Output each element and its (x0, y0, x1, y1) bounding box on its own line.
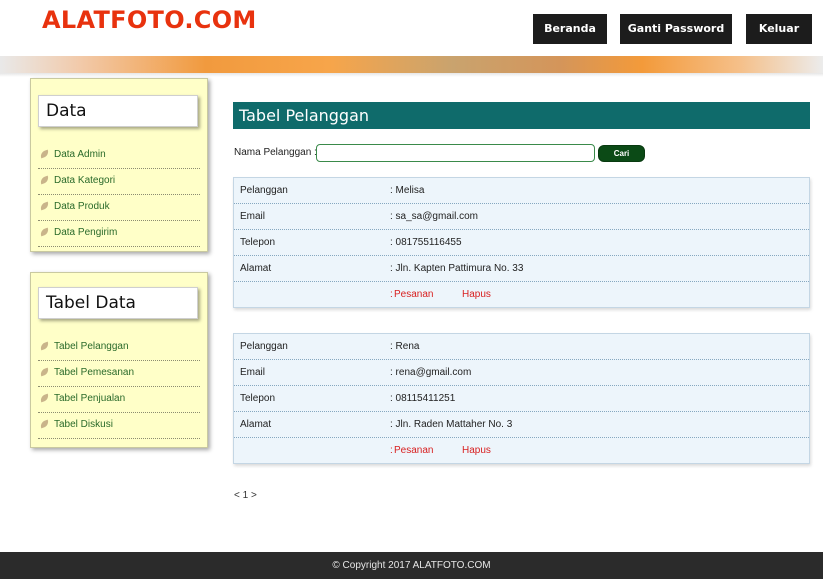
decorative-banner (0, 56, 823, 73)
field-value-alamat: : Jln. Raden Mattaher No. 3 (390, 419, 513, 430)
customer-card: Pelanggan : Rena Email : rena@gmail.com … (233, 333, 810, 464)
sidebar-item-label: Tabel Penjualan (54, 393, 126, 404)
sidebar-tabel-title: Tabel Data (38, 287, 198, 319)
sidebar-item-label: Tabel Diskusi (54, 419, 113, 430)
table-row: Telepon : 08115411251 (234, 386, 809, 412)
table-row: Pelanggan : Rena (234, 334, 809, 360)
site-header: ALATFOTO.COM Beranda Ganti Password Kelu… (0, 0, 823, 56)
leaf-bullet-icon (39, 419, 50, 429)
field-value-telepon: : 08115411251 (390, 393, 456, 404)
field-value-email: : rena@gmail.com (390, 367, 472, 378)
actions-colon: : (390, 445, 393, 456)
table-row: Email : sa_sa@gmail.com (234, 204, 809, 230)
leaf-bullet-icon (39, 175, 50, 185)
sidebar-data-title: Data (38, 95, 198, 127)
field-label-alamat: Alamat (240, 263, 272, 274)
leaf-bullet-icon (39, 341, 50, 351)
field-label-telepon: Telepon (240, 237, 276, 248)
leaf-bullet-icon (39, 367, 50, 377)
search-input[interactable] (316, 144, 595, 162)
field-value-pelanggan: : Rena (390, 341, 420, 352)
site-footer: © Copyright 2017 ALATFOTO.COM (0, 552, 823, 579)
sidebar-item-data-pengirim[interactable]: Data Pengirim (38, 221, 200, 247)
leaf-bullet-icon (39, 149, 50, 159)
sidebar-item-label: Data Admin (54, 149, 106, 160)
actions-colon: : (390, 289, 393, 300)
table-row: Pelanggan : Melisa (234, 178, 809, 204)
sidebar-item-label: Data Pengirim (54, 227, 118, 238)
sidebar-item-tabel-penjualan[interactable]: Tabel Penjualan (38, 387, 200, 413)
sidebar-item-label: Data Kategori (54, 175, 116, 186)
table-row: Telepon : 081755116455 (234, 230, 809, 256)
pesanan-link[interactable]: Pesanan (394, 438, 433, 464)
sidebar-item-tabel-pemesanan[interactable]: Tabel Pemesanan (38, 361, 200, 387)
actions-row: : Pesanan Hapus (234, 438, 809, 464)
sidebar-data-menu: Data Admin Data Kategori Data Produk Dat… (38, 143, 200, 247)
field-label-telepon: Telepon (240, 393, 276, 404)
sidebar-item-data-produk[interactable]: Data Produk (38, 195, 200, 221)
field-value-telepon: : 081755116455 (390, 237, 462, 248)
actions-row: : Pesanan Hapus (234, 282, 809, 308)
leaf-bullet-icon (39, 393, 50, 403)
field-value-alamat: : Jln. Kapten Pattimura No. 33 (390, 263, 524, 274)
hapus-link[interactable]: Hapus (462, 282, 491, 308)
sidebar-data-panel: Data Data Admin Data Kategori Data Produ… (30, 78, 208, 252)
hapus-link[interactable]: Hapus (462, 438, 491, 464)
search-button[interactable]: Cari (598, 145, 645, 162)
sidebar-item-label: Tabel Pelanggan (54, 341, 129, 352)
field-label-email: Email (240, 211, 266, 222)
sidebar-item-label: Tabel Pemesanan (54, 367, 135, 378)
nav-ganti-password-button[interactable]: Ganti Password (620, 14, 732, 44)
nav-beranda-button[interactable]: Beranda (533, 14, 607, 44)
sidebar-item-data-admin[interactable]: Data Admin (38, 143, 200, 169)
leaf-bullet-icon (39, 227, 50, 237)
sidebar-item-label: Data Produk (54, 201, 110, 212)
field-label-alamat: Alamat (240, 419, 272, 430)
sidebar-item-data-kategori[interactable]: Data Kategori (38, 169, 200, 195)
field-value-pelanggan: : Melisa (390, 185, 425, 196)
customer-card: Pelanggan : Melisa Email : sa_sa@gmail.c… (233, 177, 810, 308)
field-value-email: : sa_sa@gmail.com (390, 211, 478, 222)
field-label-pelanggan: Pelanggan (240, 185, 288, 196)
sidebar-item-tabel-pelanggan[interactable]: Tabel Pelanggan (38, 335, 200, 361)
sidebar-item-tabel-diskusi[interactable]: Tabel Diskusi (38, 413, 200, 439)
field-label-email: Email (240, 367, 266, 378)
leaf-bullet-icon (39, 201, 50, 211)
banner-shadow (0, 73, 823, 77)
page-title: Tabel Pelanggan (233, 102, 810, 129)
site-logo[interactable]: ALATFOTO.COM (42, 6, 257, 34)
field-label-pelanggan: Pelanggan (240, 341, 288, 352)
table-row: Alamat : Jln. Raden Mattaher No. 3 (234, 412, 809, 438)
pesanan-link[interactable]: Pesanan (394, 282, 433, 308)
sidebar-tabel-panel: Tabel Data Tabel Pelanggan Tabel Pemesan… (30, 272, 208, 448)
search-label: Nama Pelanggan : (234, 147, 317, 158)
nav-keluar-button[interactable]: Keluar (746, 14, 812, 44)
table-row: Alamat : Jln. Kapten Pattimura No. 33 (234, 256, 809, 282)
sidebar-tabel-menu: Tabel Pelanggan Tabel Pemesanan Tabel Pe… (38, 335, 200, 439)
table-row: Email : rena@gmail.com (234, 360, 809, 386)
pagination[interactable]: < 1 > (234, 490, 257, 501)
